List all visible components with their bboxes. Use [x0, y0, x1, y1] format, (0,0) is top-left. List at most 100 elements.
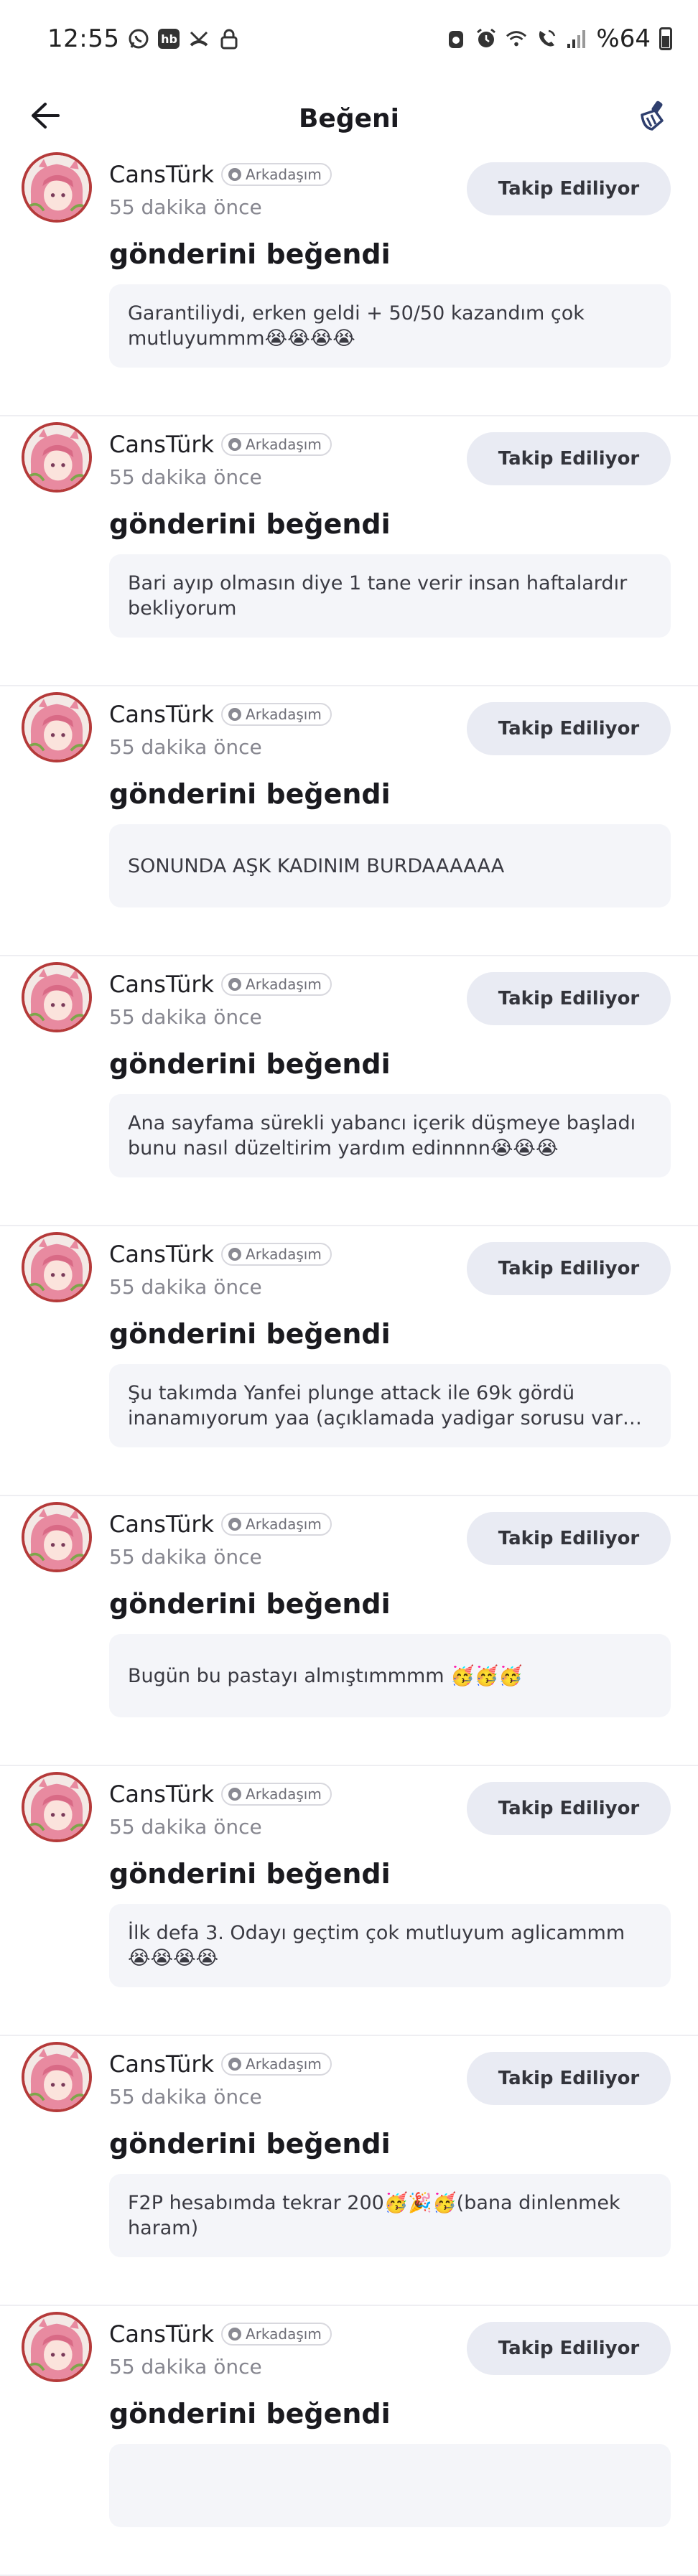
post-preview[interactable]: Bugün bu pastayı almıştımmmm 🥳🥳🥳: [109, 1634, 671, 1717]
user-name[interactable]: CansTürk: [109, 1241, 214, 1268]
status-right: %64: [445, 24, 672, 53]
friend-badge-label: Arkadaşım: [246, 976, 322, 993]
avatar[interactable]: [22, 422, 92, 493]
user-name[interactable]: CansTürk: [109, 701, 214, 728]
avatar[interactable]: [22, 1502, 92, 1572]
following-button[interactable]: Takip Ediliyor: [467, 162, 671, 215]
notification-item[interactable]: CansTürk ● Arkadaşım 55 dakika önce Taki…: [0, 1766, 698, 2036]
missed-call-icon: [188, 28, 210, 50]
notification-item[interactable]: CansTürk ● Arkadaşım 55 dakika önce Taki…: [0, 1226, 698, 1496]
name-row: CansTürk ● Arkadaşım: [109, 1511, 332, 1538]
friend-badge: ● Arkadaşım: [221, 2323, 332, 2346]
user-name[interactable]: CansTürk: [109, 2050, 214, 2078]
signal-icon: [566, 28, 587, 50]
name-row: CansTürk ● Arkadaşım: [109, 431, 332, 458]
avatar[interactable]: [22, 1232, 92, 1302]
notification-item[interactable]: CansTürk ● Arkadaşım 55 dakika önce Taki…: [0, 1496, 698, 1766]
user-name[interactable]: CansTürk: [109, 2320, 214, 2348]
battery-percent: %64: [596, 24, 651, 53]
user-name[interactable]: CansTürk: [109, 161, 214, 188]
page-title: Beğeni: [298, 103, 399, 134]
friend-badge: ● Arkadaşım: [221, 1513, 332, 1536]
avatar[interactable]: [22, 1772, 92, 1842]
following-button[interactable]: Takip Ediliyor: [467, 1512, 671, 1565]
user-name[interactable]: CansTürk: [109, 971, 214, 998]
action-text: gönderini beğendi: [109, 238, 391, 270]
notification-item[interactable]: CansTürk ● Arkadaşım 55 dakika önce Taki…: [0, 686, 698, 956]
name-row: CansTürk ● Arkadaşım: [109, 1781, 332, 1808]
user-name[interactable]: CansTürk: [109, 431, 214, 458]
following-button[interactable]: Takip Ediliyor: [467, 972, 671, 1025]
friend-icon: ●: [228, 1788, 242, 1801]
post-preview[interactable]: İlk defa 3. Odayı geçtim çok mutluyum ag…: [109, 1904, 671, 1987]
notification-item[interactable]: CansTürk ● Arkadaşım 55 dakika önce Taki…: [0, 2306, 698, 2576]
action-text: gönderini beğendi: [109, 1318, 391, 1350]
friend-icon: ●: [228, 438, 242, 451]
lock-icon: [218, 28, 240, 50]
friend-badge: ● Arkadaşım: [221, 2053, 332, 2076]
post-text: Garantiliydi, erken geldi + 50/50 kazand…: [128, 302, 585, 350]
name-row: CansTürk ● Arkadaşım: [109, 2320, 332, 2348]
avatar[interactable]: [22, 962, 92, 1032]
name-row: CansTürk ● Arkadaşım: [109, 971, 332, 998]
friend-icon: ●: [228, 2058, 242, 2071]
alarm-icon: [445, 28, 467, 50]
notification-item[interactable]: CansTürk ● Arkadaşım 55 dakika önce Taki…: [0, 416, 698, 686]
status-bar: 12:55 hb %64: [0, 0, 698, 78]
friend-badge-label: Arkadaşım: [246, 2325, 322, 2343]
clear-notifications-button[interactable]: [629, 93, 676, 141]
name-row: CansTürk ● Arkadaşım: [109, 701, 332, 728]
timestamp: 55 dakika önce: [109, 1275, 262, 1299]
notification-item[interactable]: CansTürk ● Arkadaşım 55 dakika önce Taki…: [0, 146, 698, 416]
post-preview[interactable]: Bari ayıp olmasın diye 1 tane verir insa…: [109, 554, 671, 638]
post-preview[interactable]: Şu takımda Yanfei plunge attack ile 69k …: [109, 1364, 671, 1447]
post-text: Bugün bu pastayı almıştımmmm 🥳🥳🥳: [128, 1664, 524, 1687]
following-button[interactable]: Takip Ediliyor: [467, 1242, 671, 1295]
friend-icon: ●: [228, 168, 242, 181]
avatar[interactable]: [22, 2042, 92, 2112]
avatar[interactable]: [22, 2312, 92, 2382]
friend-badge: ● Arkadaşım: [221, 433, 332, 456]
timestamp: 55 dakika önce: [109, 2085, 262, 2109]
battery-icon: [659, 27, 672, 50]
following-button[interactable]: Takip Ediliyor: [467, 1782, 671, 1835]
post-text: Bari ayıp olmasın diye 1 tane verir insa…: [128, 572, 628, 620]
friend-icon: ●: [228, 708, 242, 721]
timestamp: 55 dakika önce: [109, 1815, 262, 1839]
post-preview[interactable]: [109, 2444, 671, 2527]
post-preview[interactable]: SONUNDA AŞK KADINIM BURDAAAAAA: [109, 824, 671, 907]
back-button[interactable]: [22, 93, 69, 141]
name-row: CansTürk ● Arkadaşım: [109, 161, 332, 188]
post-preview[interactable]: Garantiliydi, erken geldi + 50/50 kazand…: [109, 284, 671, 368]
action-text: gönderini beğendi: [109, 778, 391, 810]
post-preview[interactable]: Ana sayfama sürekli yabancı içerik düşme…: [109, 1094, 671, 1177]
following-button[interactable]: Takip Ediliyor: [467, 702, 671, 755]
friend-badge-label: Arkadaşım: [246, 166, 322, 183]
user-name[interactable]: CansTürk: [109, 1511, 214, 1538]
friend-badge: ● Arkadaşım: [221, 703, 332, 726]
action-text: gönderini beğendi: [109, 1858, 391, 1890]
wifi-call-icon: [536, 28, 557, 50]
friend-badge: ● Arkadaşım: [221, 163, 332, 186]
post-text: F2P hesabımda tekrar 200🥳🎉🥳(bana dinlenm…: [128, 2192, 620, 2239]
following-button[interactable]: Takip Ediliyor: [467, 2052, 671, 2105]
post-text: SONUNDA AŞK KADINIM BURDAAAAAA: [128, 854, 505, 877]
friend-badge-label: Arkadaşım: [246, 2055, 322, 2073]
clock-icon: [475, 28, 497, 50]
following-button[interactable]: Takip Ediliyor: [467, 2322, 671, 2375]
status-left: 12:55 hb: [47, 24, 240, 53]
notification-item[interactable]: CansTürk ● Arkadaşım 55 dakika önce Taki…: [0, 2036, 698, 2306]
post-text: İlk defa 3. Odayı geçtim çok mutluyum ag…: [128, 1922, 625, 1969]
name-row: CansTürk ● Arkadaşım: [109, 2050, 332, 2078]
friend-badge-label: Arkadaşım: [246, 436, 322, 453]
avatar[interactable]: [22, 152, 92, 223]
post-preview[interactable]: F2P hesabımda tekrar 200🥳🎉🥳(bana dinlenm…: [109, 2174, 671, 2257]
status-time: 12:55: [47, 24, 120, 53]
avatar[interactable]: [22, 692, 92, 762]
user-name[interactable]: CansTürk: [109, 1781, 214, 1808]
broom-icon: [636, 99, 669, 135]
following-button[interactable]: Takip Ediliyor: [467, 432, 671, 485]
notification-item[interactable]: CansTürk ● Arkadaşım 55 dakika önce Taki…: [0, 956, 698, 1226]
friend-badge: ● Arkadaşım: [221, 1783, 332, 1806]
hb-icon: hb: [158, 29, 180, 49]
